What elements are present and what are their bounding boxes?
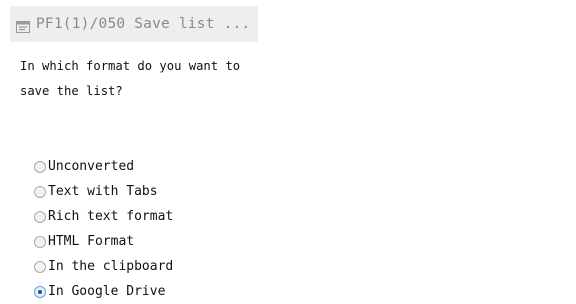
window-list-icon	[16, 18, 30, 33]
option-label: Text with Tabs	[48, 184, 158, 199]
radio-button[interactable]	[34, 210, 46, 223]
option-label: In Google Drive	[48, 284, 166, 299]
option-label: Rich text format	[48, 209, 174, 224]
option-html-format[interactable]: HTML Format	[34, 229, 264, 254]
radio-button[interactable]	[34, 160, 46, 173]
option-label: HTML Format	[48, 234, 135, 249]
format-options: Unconverted Text with Tabs Rich text for…	[34, 154, 264, 304]
radio-button-selected[interactable]	[34, 285, 46, 298]
save-list-dialog: PF1(1)/050 Save list ... In which format…	[10, 6, 258, 299]
option-unconverted[interactable]: Unconverted	[34, 154, 264, 179]
dialog-titlebar[interactable]: PF1(1)/050 Save list ...	[10, 6, 258, 42]
radio-button[interactable]	[34, 235, 46, 248]
dialog-question: In which format do you want to save the …	[20, 59, 241, 98]
option-rich-text-format[interactable]: Rich text format	[34, 204, 264, 229]
option-in-google-drive[interactable]: In Google Drive	[34, 279, 264, 304]
option-label: Unconverted	[48, 159, 135, 174]
dialog-title: PF1(1)/050 Save list ...	[36, 16, 251, 32]
radio-button[interactable]	[34, 185, 46, 198]
radio-button[interactable]	[34, 260, 46, 273]
option-label: In the clipboard	[48, 259, 174, 274]
option-text-with-tabs[interactable]: Text with Tabs	[34, 179, 264, 204]
option-in-the-clipboard[interactable]: In the clipboard	[34, 254, 264, 279]
